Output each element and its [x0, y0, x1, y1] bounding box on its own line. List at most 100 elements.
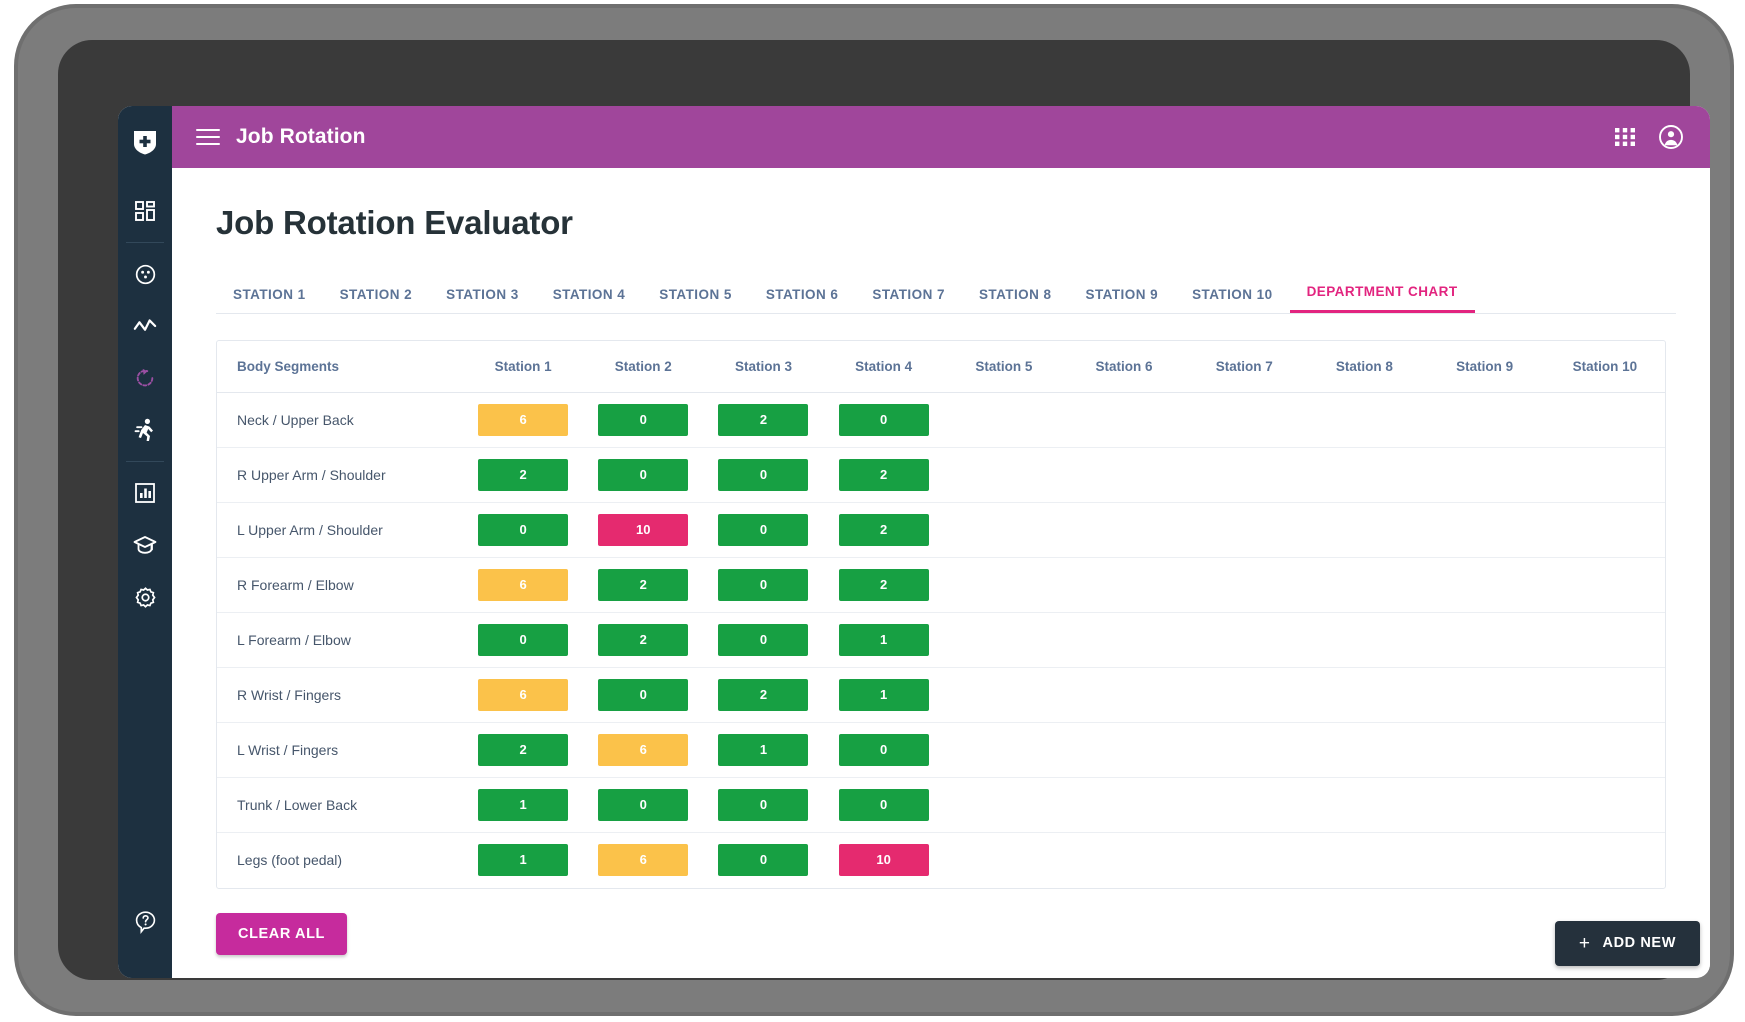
score-chip[interactable]: 0	[598, 459, 689, 491]
score-chip[interactable]: 2	[718, 679, 809, 711]
score-chip[interactable]: 0	[478, 514, 569, 546]
column-header-station-2: Station 2	[583, 341, 704, 393]
score-chip[interactable]: 0	[718, 569, 809, 601]
score-chip[interactable]: 6	[598, 844, 689, 877]
body-segment-label: Legs (foot pedal)	[237, 852, 343, 869]
score-cell	[1304, 557, 1425, 613]
hamburger-menu-icon[interactable]	[196, 124, 220, 150]
score-cell: 2	[463, 447, 584, 503]
score-chip[interactable]: 1	[478, 844, 569, 877]
tab-station-8[interactable]: STATION 8	[962, 287, 1069, 313]
score-chip[interactable]: 10	[598, 514, 689, 546]
score-cell	[1544, 612, 1665, 668]
score-cell	[1424, 777, 1545, 833]
score-cell: 0	[703, 557, 824, 613]
score-chip[interactable]: 0	[598, 404, 689, 436]
tab-station-10[interactable]: STATION 10	[1175, 287, 1290, 313]
body-segment-label: Trunk / Lower Back	[217, 777, 463, 833]
page-title: Job Rotation Evaluator	[216, 204, 573, 241]
tab-station-2[interactable]: STATION 2	[323, 287, 430, 313]
device-frame: Job Rotation Job Rotation Evaluator STAT…	[18, 8, 1730, 1012]
score-chip[interactable]: 1	[838, 624, 929, 656]
score-chip[interactable]: 2	[478, 734, 569, 766]
score-chip[interactable]: 0	[718, 624, 809, 656]
table-row: Trunk / Lower Back 1 0 0 0	[217, 777, 1665, 833]
score-cell	[1184, 833, 1304, 888]
table-row: R Upper Arm / Shoulder 2 0 0 2	[217, 447, 1665, 503]
score-chip[interactable]: 0	[718, 514, 809, 546]
score-cell: 2	[583, 557, 704, 613]
score-chip[interactable]: 6	[478, 569, 569, 601]
score-chip[interactable]: 0	[838, 404, 929, 436]
score-chip[interactable]: 2	[838, 514, 929, 546]
score-cell	[1544, 777, 1665, 833]
score-cell	[1304, 502, 1425, 558]
score-chip[interactable]: 0	[838, 789, 929, 821]
score-chip[interactable]: 0	[478, 624, 569, 656]
help-question-icon[interactable]	[118, 896, 172, 948]
score-chip[interactable]: 0	[598, 679, 689, 711]
score-chip[interactable]: 0	[718, 459, 809, 491]
tab-station-3[interactable]: STATION 3	[429, 287, 536, 313]
score-chip[interactable]: 0	[718, 789, 809, 821]
score-chip[interactable]: 2	[598, 624, 689, 656]
sidebar-item-dashboard[interactable]	[118, 185, 172, 237]
score-chip[interactable]: 2	[478, 459, 569, 491]
score-chip[interactable]: 6	[598, 734, 689, 766]
score-cell	[1304, 833, 1424, 888]
score-cell	[1424, 447, 1545, 503]
sidebar-item-job-rotation[interactable]	[118, 352, 172, 404]
add-new-button[interactable]: + ADD NEW	[1554, 920, 1700, 966]
score-cell	[1424, 667, 1545, 723]
apps-grid-icon[interactable]	[1614, 126, 1636, 148]
score-chip[interactable]: 6	[478, 404, 569, 436]
tab-station-5[interactable]: STATION 5	[642, 287, 749, 313]
department-chart-table-wrapper: Body Segments Station 1 Station 2 Station 3…	[216, 340, 1666, 889]
score-chip[interactable]: 0	[718, 844, 809, 877]
score-cell: 2	[703, 667, 824, 723]
score-chip[interactable]: 2	[838, 569, 929, 601]
score-cell	[1545, 833, 1665, 888]
clear-all-button[interactable]: CLEAR ALL	[216, 912, 348, 955]
shield-plus-logo-icon[interactable]	[132, 128, 158, 161]
body-segment-label: Neck / Upper Back	[217, 392, 463, 448]
sidebar-item-settings[interactable]	[118, 571, 172, 623]
score-chip[interactable]: 2	[718, 404, 809, 436]
score-chip[interactable]: 0	[598, 789, 689, 821]
score-chip[interactable]: 2	[838, 459, 929, 491]
tab-station-7[interactable]: STATION 7	[855, 287, 962, 313]
tab-department-chart[interactable]: DEPARTMENT CHART	[1289, 284, 1475, 313]
score-chip[interactable]: 1	[478, 789, 569, 821]
sidebar-item-assessment[interactable]	[118, 248, 172, 300]
sidebar-item-reports[interactable]	[118, 467, 172, 519]
score-cell: 6	[583, 833, 703, 888]
tab-station-1[interactable]: STATION 1	[216, 287, 323, 313]
score-cell: 0	[583, 447, 704, 503]
score-cell: 1	[703, 722, 824, 778]
score-cell	[1063, 667, 1185, 723]
sidebar-item-trends[interactable]	[118, 300, 172, 352]
score-cell	[1424, 557, 1545, 613]
table-header-row: Body Segments Station 1 Station 2 Station 3…	[217, 341, 1665, 393]
score-cell: 6	[463, 667, 584, 723]
tab-station-4[interactable]: STATION 4	[536, 287, 643, 313]
score-cell: 0	[703, 833, 823, 888]
table-row: Legs (foot pedal) 1 6 0 10	[217, 833, 1665, 888]
score-chip[interactable]: 6	[478, 679, 569, 711]
score-chip[interactable]: 10	[838, 844, 929, 877]
tab-station-9[interactable]: STATION 9	[1069, 287, 1176, 313]
station-tabs: STATION 1 STATION 2 STATION 3 STATION 4 STAT…	[216, 270, 1676, 314]
score-chip[interactable]: 1	[718, 734, 809, 766]
score-cell: 0	[703, 447, 824, 503]
score-chip[interactable]: 2	[598, 569, 689, 601]
tab-station-6[interactable]: STATION 6	[749, 287, 856, 313]
score-cell	[1063, 777, 1185, 833]
sidebar-item-motion[interactable]	[118, 404, 172, 456]
account-circle-icon[interactable]	[1658, 124, 1684, 150]
score-chip[interactable]: 0	[838, 734, 929, 766]
score-cell: 10	[824, 833, 944, 888]
score-cell	[1544, 502, 1665, 558]
score-cell: 0	[583, 667, 704, 723]
score-chip[interactable]: 1	[838, 679, 929, 711]
sidebar-item-training[interactable]	[118, 519, 172, 571]
